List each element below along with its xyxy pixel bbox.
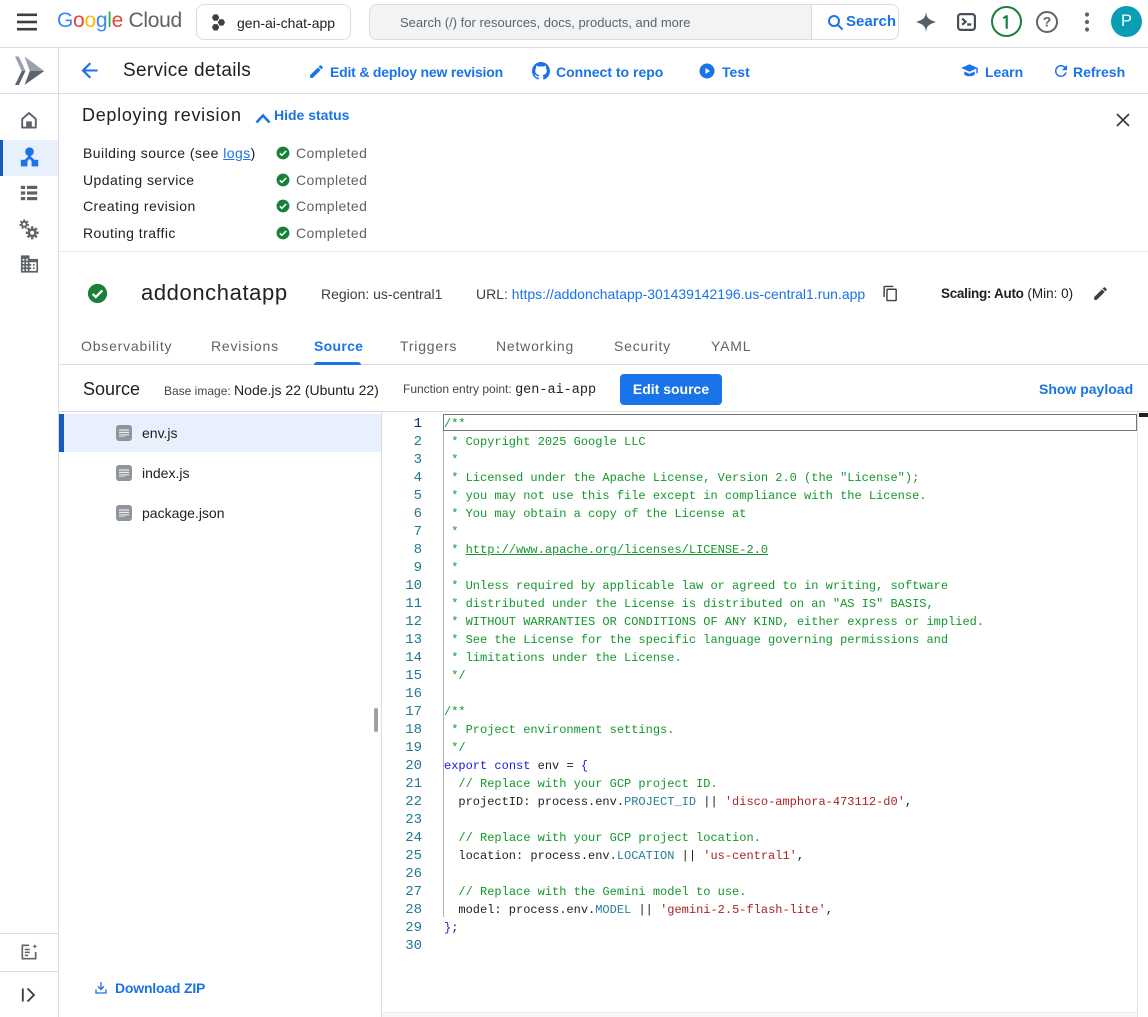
svg-text:?: ? bbox=[1043, 14, 1052, 30]
